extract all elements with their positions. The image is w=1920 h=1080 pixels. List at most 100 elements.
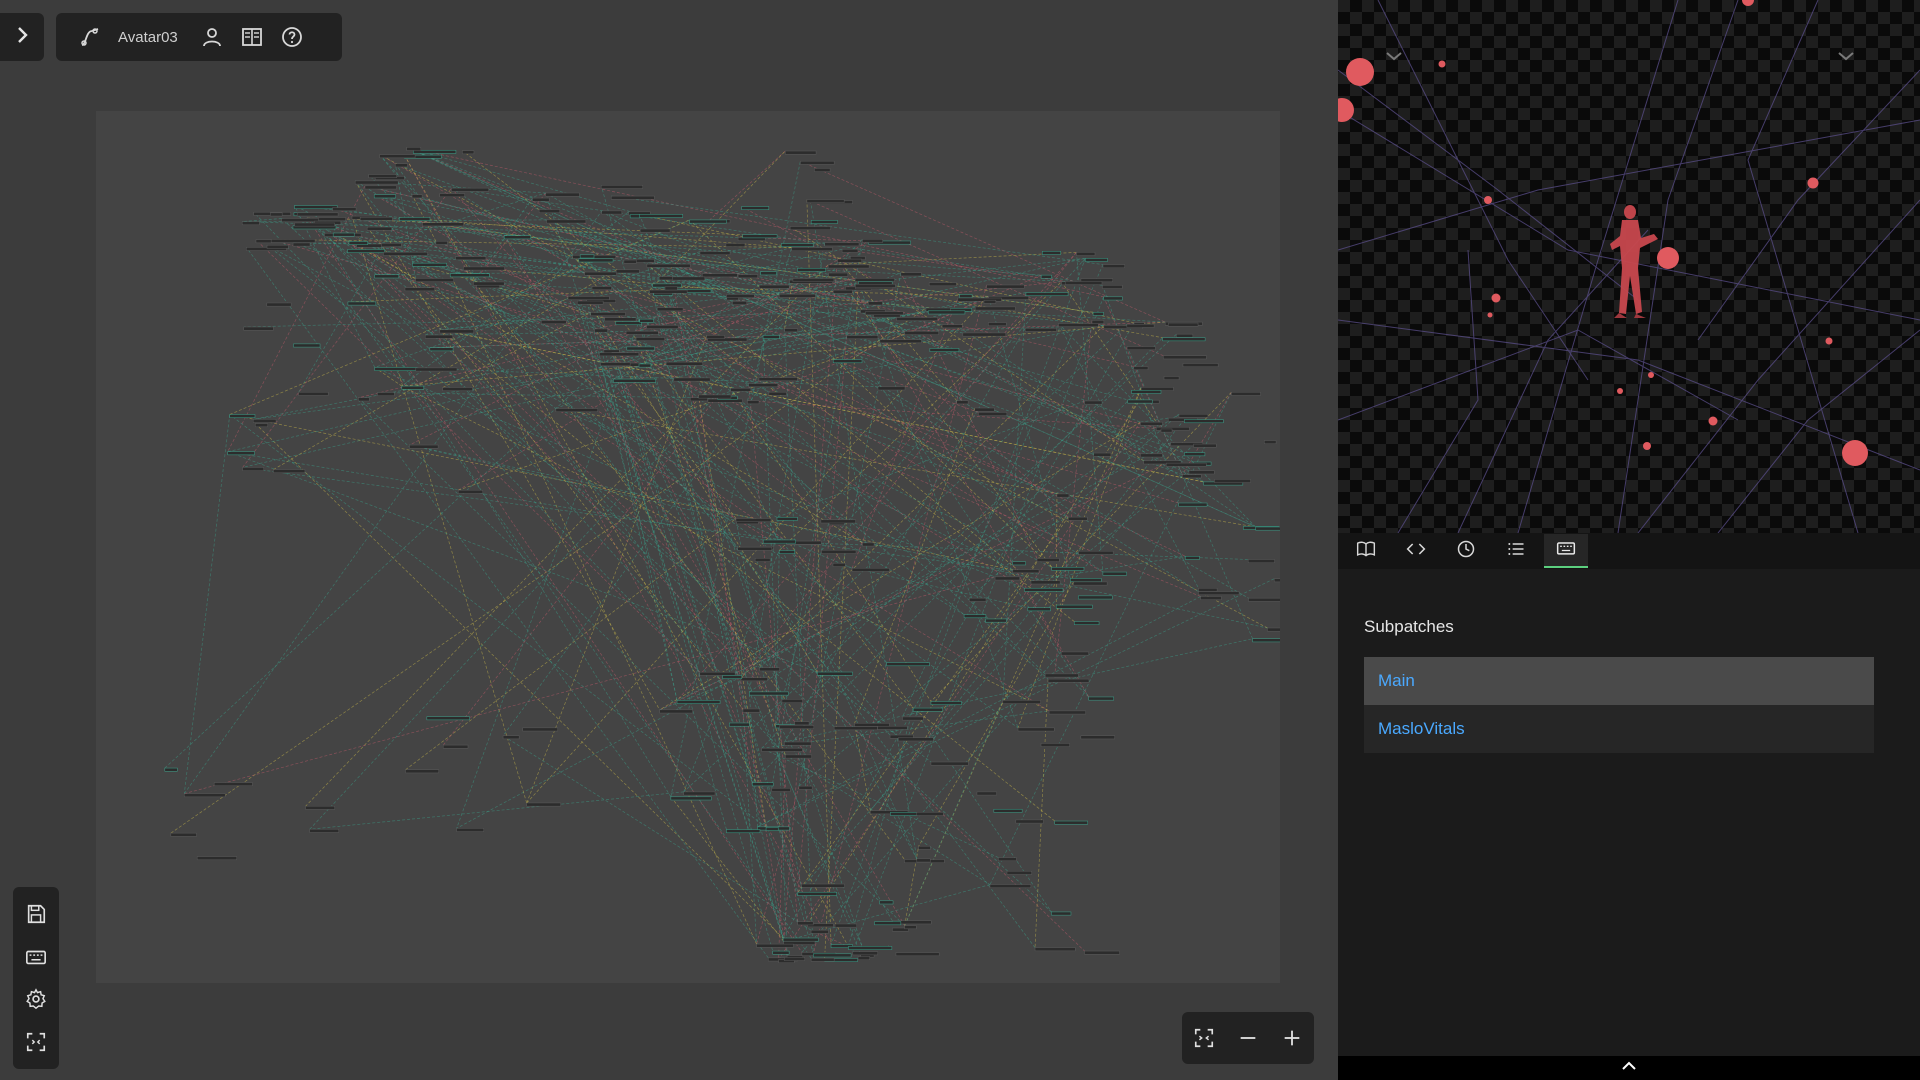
patch-cable[interactable] <box>429 321 1166 349</box>
patch-node[interactable] <box>785 754 812 759</box>
patch-node[interactable] <box>985 618 1007 623</box>
patch-node[interactable] <box>683 791 716 796</box>
patch-node[interactable] <box>415 367 458 372</box>
patch-node[interactable] <box>904 925 917 930</box>
patch-node[interactable] <box>1036 558 1060 562</box>
patch-node[interactable] <box>877 726 908 730</box>
patch-node[interactable] <box>1176 333 1194 338</box>
patch-node[interactable] <box>449 273 490 278</box>
patch-node[interactable] <box>656 307 684 312</box>
patch-node[interactable] <box>810 220 838 224</box>
patch-cable[interactable] <box>409 325 647 446</box>
patch-node[interactable] <box>1140 453 1163 458</box>
patch-cable[interactable] <box>934 310 1256 528</box>
patch-cable[interactable] <box>735 518 808 924</box>
patch-node[interactable] <box>760 271 777 276</box>
patch-cable[interactable] <box>242 187 452 468</box>
patch-node[interactable] <box>412 262 447 267</box>
patch-node[interactable] <box>424 334 453 339</box>
user-icon[interactable] <box>192 17 232 57</box>
patch-node[interactable] <box>994 576 1020 581</box>
patch-node[interactable] <box>364 185 397 190</box>
patch-node[interactable] <box>1070 578 1102 582</box>
patch-node[interactable] <box>862 238 883 243</box>
patch-node[interactable] <box>1165 462 1207 467</box>
patch-node[interactable] <box>1054 820 1088 825</box>
patch-node[interactable] <box>270 239 316 243</box>
patch-node[interactable] <box>993 808 1023 813</box>
patch-node[interactable] <box>1274 578 1280 583</box>
patch-cable[interactable] <box>659 677 742 711</box>
zoom-out-icon[interactable] <box>1230 1020 1266 1056</box>
patch-cable[interactable] <box>784 328 1183 476</box>
patch-node[interactable] <box>737 274 758 279</box>
patch-node[interactable] <box>974 407 995 412</box>
patch-cable[interactable] <box>183 414 231 794</box>
patch-node[interactable] <box>762 539 796 544</box>
patch-cable[interactable] <box>1102 285 1167 464</box>
patch-node[interactable] <box>292 242 311 247</box>
patch-node[interactable] <box>1088 696 1114 701</box>
patch-node[interactable] <box>988 322 1007 327</box>
patch-node[interactable] <box>613 378 656 383</box>
patch-cable[interactable] <box>594 328 737 519</box>
patch-node[interactable] <box>978 412 1008 416</box>
patch-node[interactable] <box>555 408 598 412</box>
patch-node[interactable] <box>824 242 860 247</box>
patch-node[interactable] <box>374 274 400 279</box>
patch-node[interactable] <box>639 228 671 233</box>
patch-cable[interactable] <box>255 423 784 939</box>
patch-node[interactable] <box>896 317 938 321</box>
patch-node[interactable] <box>852 951 878 956</box>
patch-node[interactable] <box>1247 559 1275 563</box>
patch-node[interactable] <box>941 324 963 329</box>
patch-cable[interactable] <box>409 444 1268 629</box>
patch-node[interactable] <box>1184 452 1206 457</box>
patch-node[interactable] <box>1185 555 1200 560</box>
patch-node[interactable] <box>1126 346 1156 351</box>
patch-node[interactable] <box>252 419 277 423</box>
patch-node[interactable] <box>1127 399 1153 404</box>
patch-node[interactable] <box>1006 871 1032 875</box>
patch-node[interactable] <box>1068 516 1088 521</box>
patch-node[interactable] <box>900 272 922 277</box>
patch-node[interactable] <box>877 386 906 391</box>
patch-cable[interactable] <box>545 192 785 942</box>
patch-node[interactable] <box>754 558 771 562</box>
patch-node[interactable] <box>1040 274 1052 279</box>
patch-cable[interactable] <box>824 281 859 959</box>
patch-node[interactable] <box>266 302 292 307</box>
patch-node[interactable] <box>164 767 178 772</box>
chevron-down-icon[interactable] <box>1836 46 1860 70</box>
patch-cable[interactable] <box>742 708 757 945</box>
patch-node[interactable] <box>572 255 617 259</box>
patch-node[interactable] <box>814 168 831 172</box>
patch-node[interactable] <box>834 923 858 928</box>
patch-node[interactable] <box>916 812 944 816</box>
tab-subpatches[interactable] <box>1544 534 1588 568</box>
patch-node[interactable] <box>776 517 798 521</box>
patch-node[interactable] <box>904 331 939 335</box>
patch-node[interactable] <box>706 335 725 339</box>
patch-cable[interactable] <box>503 235 905 926</box>
patch-node[interactable] <box>1140 421 1163 426</box>
patch-cable[interactable] <box>842 248 1066 282</box>
patch-node[interactable] <box>213 782 253 787</box>
patch-node[interactable] <box>664 286 678 291</box>
patch-node[interactable] <box>415 278 454 282</box>
patch-node[interactable] <box>689 219 727 224</box>
patch-cable[interactable] <box>784 328 1026 743</box>
patch-node[interactable] <box>348 241 368 245</box>
patch-cable[interactable] <box>830 258 1086 945</box>
patch-node[interactable] <box>273 469 306 474</box>
patch-node[interactable] <box>1025 292 1069 297</box>
patch-node[interactable] <box>545 192 580 197</box>
patch-node[interactable] <box>699 671 736 676</box>
patch-node[interactable] <box>1074 621 1100 626</box>
patch-node[interactable] <box>800 160 835 165</box>
patch-node[interactable] <box>782 937 819 942</box>
patch-node[interactable] <box>735 518 772 522</box>
patch-cable[interactable] <box>1002 292 1027 701</box>
patch-node[interactable] <box>1193 443 1217 448</box>
patch-node[interactable] <box>726 294 755 298</box>
